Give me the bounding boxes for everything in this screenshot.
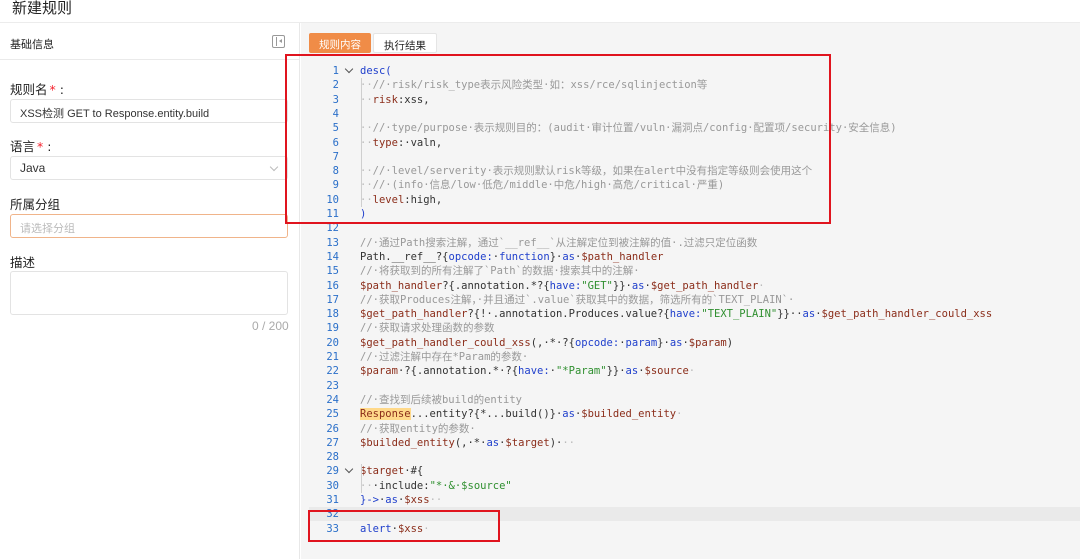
annotation-box-desc [285, 54, 831, 224]
code-text: ···include:"*·&·$source" [360, 479, 512, 492]
page-title: 新建规则 [12, 0, 73, 17]
language-select[interactable]: Java [10, 156, 288, 180]
line-number: 30 [326, 479, 339, 492]
line-number: 16 [326, 279, 339, 292]
code-text: Response...entity?{*...build()}·as·$buil… [360, 408, 683, 421]
line-number: 15 [326, 265, 339, 278]
fold-chevron-icon[interactable] [344, 465, 354, 474]
line-number: 18 [326, 308, 339, 321]
rule-name-label: 规则名 * : [10, 82, 64, 97]
line-number: 22 [326, 365, 339, 378]
description-textarea[interactable] [10, 271, 288, 315]
description-label: 描述 [10, 255, 36, 270]
code-text: //·查找到后续被build的entity [360, 393, 523, 406]
line-number: 27 [326, 436, 339, 449]
tab-execution-result[interactable]: 执行结果 [373, 33, 437, 53]
group-select[interactable]: 请选择分组 [10, 214, 288, 238]
description-char-counter: 0 / 200 [252, 319, 289, 333]
annotation-box-alert [308, 510, 500, 542]
panel-header: 基础信息 [0, 23, 299, 60]
line-number: 17 [326, 293, 339, 306]
language-value: Java [20, 161, 46, 175]
language-label: 语言 * : [10, 139, 52, 154]
code-text: $get_path_handler?{!·.annotation.Produce… [360, 308, 993, 321]
code-text: //·获取Produces注解，·并且通过`.value`获取其中的数据，筛选所… [360, 293, 795, 306]
group-label: 所属分组 [10, 197, 61, 212]
code-text: //·通过Path搜索注解，通过`__ref__`从注解定位到被注解的值·.过滤… [360, 236, 758, 249]
rule-name-input[interactable]: XSS检测 GET to Response.entity.build [10, 99, 288, 123]
code-text: $target·#{ [360, 465, 424, 478]
code-text: $path_handler?{.annotation.*?{have:"GET"… [360, 279, 765, 292]
line-number: 24 [326, 393, 339, 406]
code-text: $builded_entity(,·*·as·$target)··· [360, 436, 575, 449]
line-number: 19 [326, 322, 339, 335]
line-number: 20 [326, 336, 339, 349]
code-text: //·将获取到的所有注解了`Path`的数据·搜索其中的注解· [360, 265, 640, 278]
line-number: 26 [326, 422, 339, 435]
code-text: $param·?{.annotation.*·?{have:·"*Param"}… [360, 365, 696, 378]
code-text: $get_path_handler_could_xss(,·*·?{opcode… [360, 336, 734, 349]
code-text: //·获取entity的参数· [360, 422, 476, 435]
line-number: 31 [326, 494, 339, 506]
code-text: //·获取请求处理函数的参数 [360, 322, 495, 335]
code-text: }->·as·$xss·· [360, 494, 443, 506]
code-text: //·过滤注解中存在*Param的参数· [360, 351, 529, 363]
basic-info-panel: 基础信息 规则名 * : XSS检测 GET to Response.entity… [0, 23, 300, 559]
line-number: 14 [326, 250, 339, 263]
line-number: 21 [326, 351, 339, 363]
indent-guide [361, 464, 362, 493]
line-number: 29 [326, 465, 339, 478]
panel-title: 基础信息 [10, 38, 54, 51]
collapse-panel-icon[interactable] [272, 35, 285, 48]
line-number: 28 [326, 451, 339, 464]
line-number: 13 [326, 236, 339, 249]
code-text: Path.__ref__?{opcode:·function}·as·$path… [360, 250, 664, 263]
tab-rule-content[interactable]: 规则内容 [309, 33, 371, 53]
line-number: 23 [326, 379, 339, 392]
chevron-down-icon [269, 162, 279, 172]
line-number: 25 [326, 408, 339, 421]
